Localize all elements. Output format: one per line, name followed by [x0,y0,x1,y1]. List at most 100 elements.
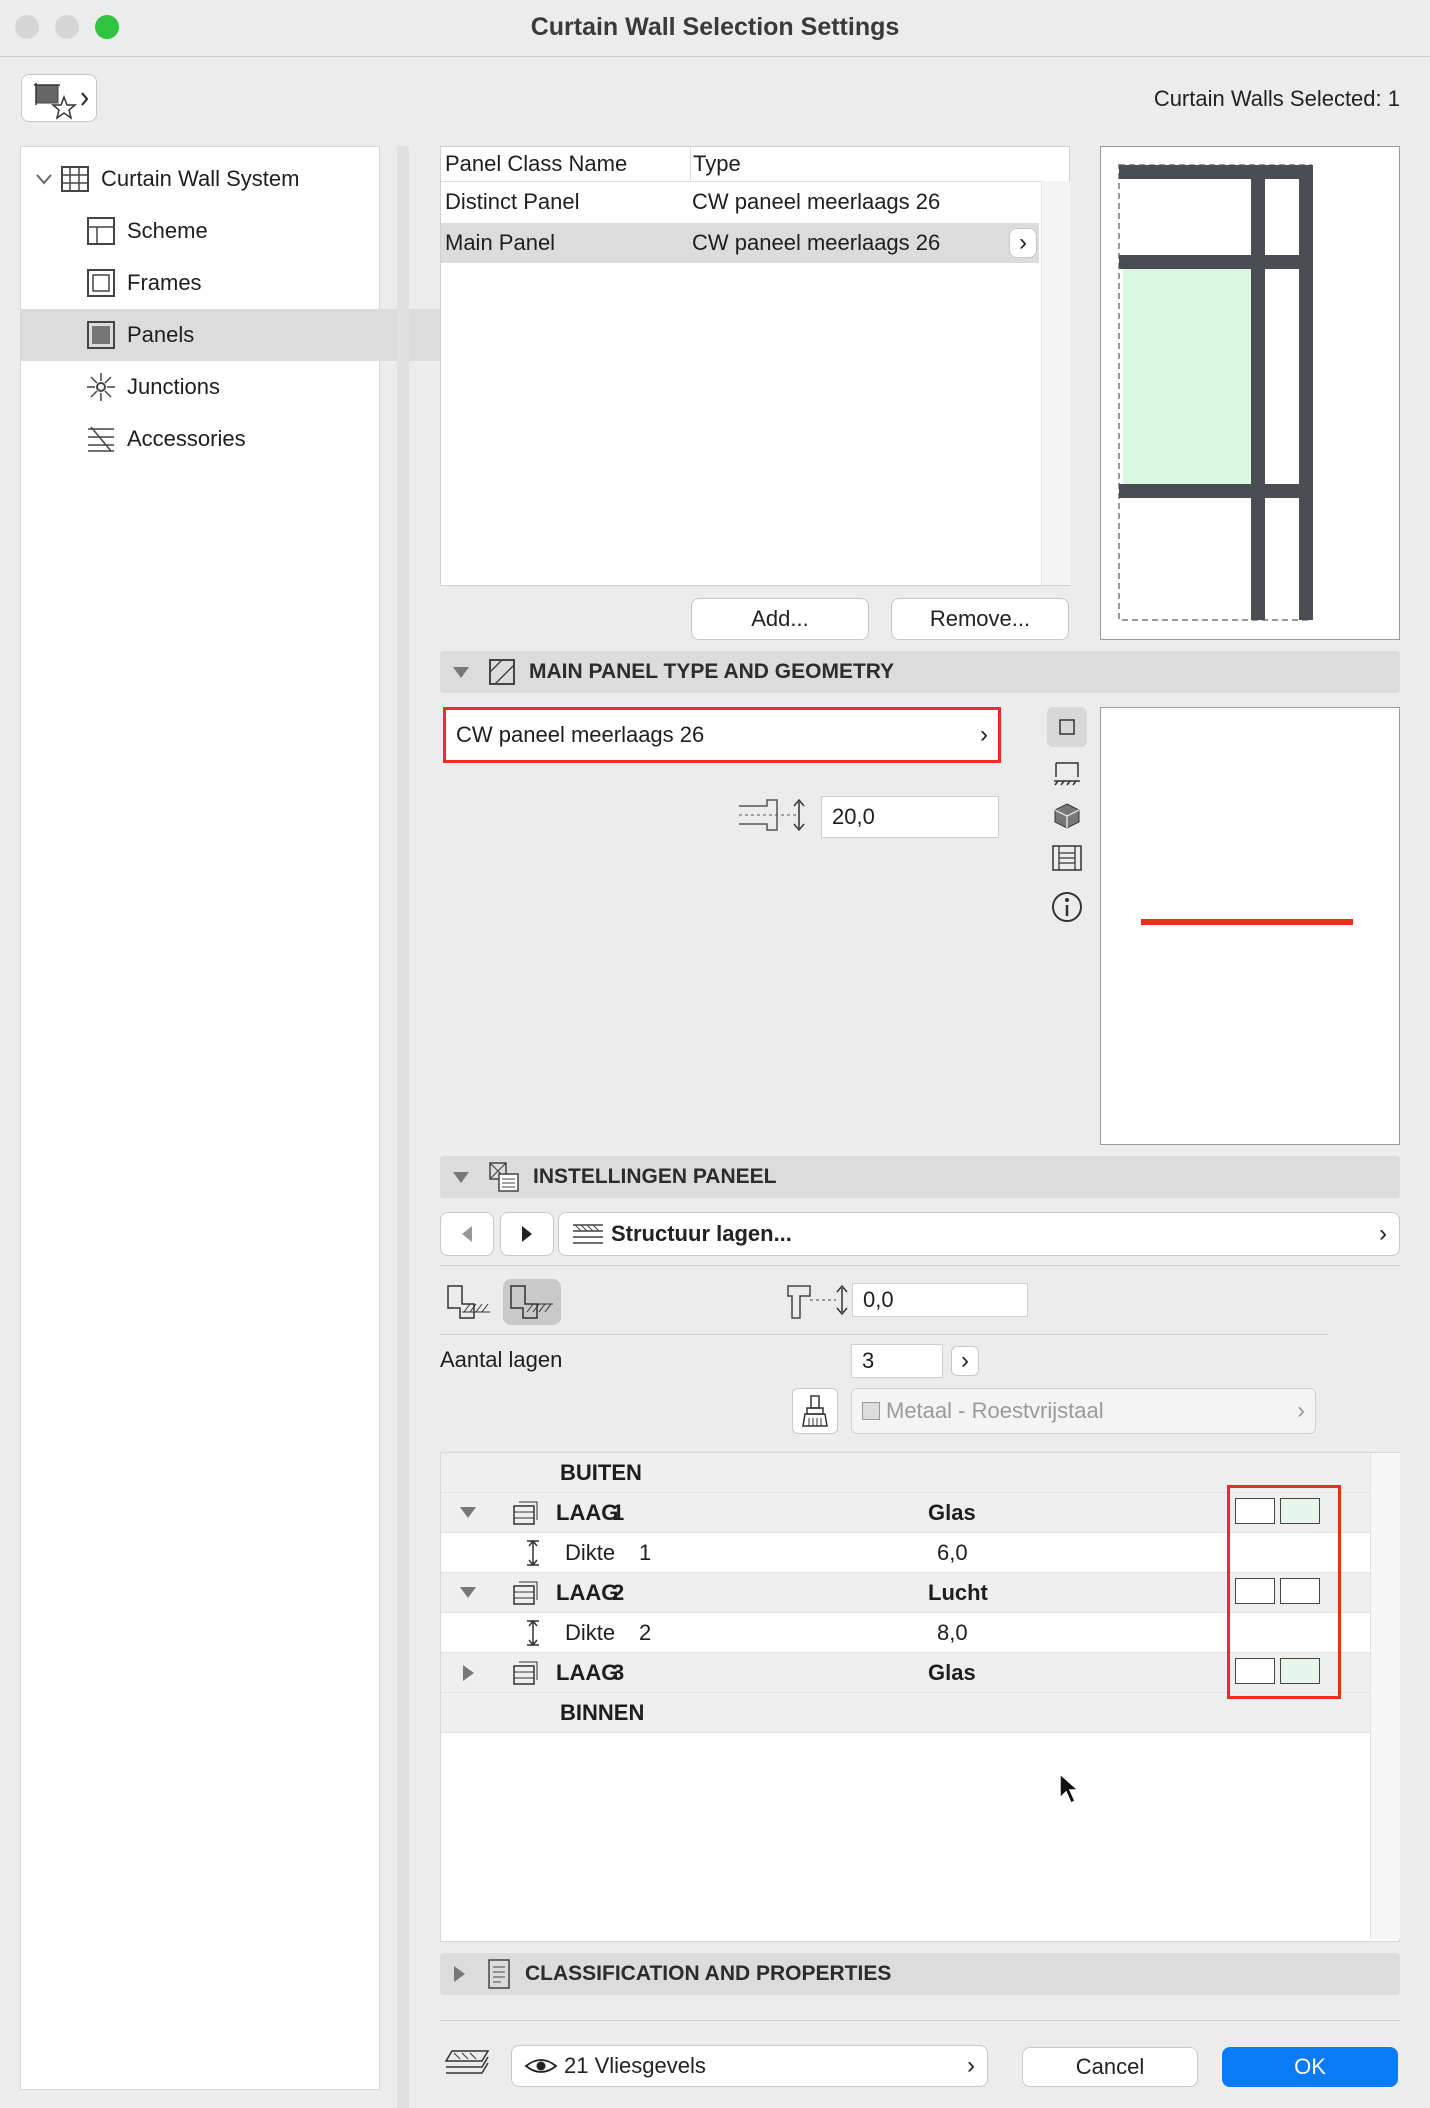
fill-swatch[interactable] [1280,1658,1320,1684]
section-title: CLASSIFICATION AND PROPERTIES [525,1962,892,1985]
thickness-label: Dikte [565,1619,616,1645]
column-header-name[interactable]: Panel Class Name [441,147,691,181]
ok-button[interactable]: OK [1222,2047,1398,2087]
preview-2d-button[interactable] [1047,707,1087,747]
layer-selector[interactable]: 21 Vliesgevels › [511,2045,988,2087]
panels-icon [85,319,117,351]
scheme-preview [1100,146,1400,640]
section-classification-header[interactable]: CLASSIFICATION AND PROPERTIES [440,1953,1400,1995]
disclosure-triangle-icon [454,1966,465,1982]
accessories-icon [85,423,117,455]
section-main-panel-header[interactable]: MAIN PANEL TYPE AND GEOMETRY [440,651,1400,693]
layers-scrollbar[interactable] [1370,1453,1400,1939]
panel-outer-icon [447,1285,490,1319]
splitter[interactable] [397,146,409,2108]
cell-name: Distinct Panel [445,189,580,214]
sidebar-item-accessories[interactable]: Accessories [21,413,443,465]
layer-2-swatches[interactable] [1235,1578,1320,1604]
chevron-down-icon[interactable] [449,1587,487,1598]
layer-3-swatches[interactable] [1235,1658,1320,1684]
add-button[interactable]: Add... [691,598,869,640]
divider [440,1334,1328,1335]
sidebar-item-scheme[interactable]: Scheme [21,205,443,257]
eye-icon [524,2059,558,2073]
table-header: Panel Class Name Type [441,147,1069,182]
chevron-right-icon[interactable] [449,1664,487,1681]
chevron-right-icon: › [961,1347,969,1374]
sidebar-item-junctions[interactable]: Junctions [21,361,443,413]
sidebar-item-frames[interactable]: Frames [21,257,443,309]
fill-swatch[interactable] [1280,1578,1320,1604]
layer-value: 21 Vliesgevels [564,2053,706,2078]
layer-label: LAAG [556,1579,619,1605]
outer-side-button[interactable] [444,1282,494,1328]
aantal-lagen-label: Aantal lagen [440,1347,563,1372]
thickness-label: Dikte [565,1539,616,1565]
section-icon [1054,762,1080,786]
table-scrollbar[interactable] [1041,181,1070,585]
thickness-input[interactable]: 20,0 [821,796,999,838]
sidebar-item-label: Frames [127,270,202,295]
chevron-right-icon: › [967,2052,975,2079]
panel-geometry-icon [487,657,517,687]
layer-inside-row: BINNEN [441,1693,1371,1733]
sidebar-item-label: Scheme [127,218,208,243]
panel-inner-icon [510,1285,553,1319]
material-value: Metaal - Roestvrijstaal [886,1398,1104,1423]
layer-number: 3 [612,1659,625,1685]
3d-view-button[interactable] [1050,800,1084,836]
inside-label: BINNEN [560,1699,645,1725]
chevron-down-icon[interactable] [449,1507,487,1518]
mouse-cursor-icon [1059,1772,1080,1805]
chevron-down-icon[interactable] [29,173,59,185]
structure-selector[interactable]: Structuur lagen... › [558,1212,1400,1256]
surface-swatch[interactable] [1235,1498,1275,1524]
frames-icon [85,267,117,299]
section-title: MAIN PANEL TYPE AND GEOMETRY [529,660,895,683]
triangle-left-icon [462,1226,472,1242]
offset-input[interactable]: 0,0 [852,1283,1028,1317]
surface-swatch[interactable] [1235,1578,1275,1604]
thickness-value[interactable]: 6,0 [937,1540,968,1566]
table-row-selected[interactable]: Main Panel CW paneel meerlaags 26 › [441,223,1039,263]
section-title: INSTELLINGEN PANEEL [533,1165,777,1188]
previous-button[interactable] [440,1212,494,1256]
layer-icon [511,1660,555,1686]
sidebar-item-label: Junctions [127,374,220,399]
cube-icon [1054,803,1080,829]
layer-value: Glas [928,1499,976,1525]
layer-stack-icon [444,2045,496,2089]
table-row[interactable]: Distinct Panel CW paneel meerlaags 26 [441,182,1039,222]
aantal-lagen-arrow-button[interactable]: › [951,1346,979,1376]
tree-root-curtain-wall-system[interactable]: Curtain Wall System [21,153,379,205]
section-instellingen-header[interactable]: INSTELLINGEN PANEEL [440,1156,1400,1198]
sidebar-item-panels[interactable]: Panels [21,309,443,361]
thickness-number: 1 [639,1539,652,1565]
material-selector[interactable]: Metaal - Roestvrijstaal › [851,1388,1316,1434]
remove-button[interactable]: Remove... [891,598,1069,640]
next-button[interactable] [500,1212,554,1256]
document-icon [485,1958,513,1990]
cancel-button[interactable]: Cancel [1022,2047,1198,2087]
surface-swatch[interactable] [1235,1658,1275,1684]
outside-label: BUITEN [560,1459,642,1485]
column-header-type[interactable]: Type [691,151,1069,177]
thickness-icon [511,1618,555,1648]
inner-side-button[interactable] [503,1279,561,1325]
fill-swatch[interactable] [1280,1498,1320,1524]
cell-name: Main Panel [445,230,556,255]
layer-1-swatches[interactable] [1235,1498,1320,1524]
material-override-button[interactable] [792,1388,838,1434]
row-arrow-button[interactable]: › [1009,228,1037,258]
info-button[interactable] [1050,890,1084,930]
aantal-lagen-input[interactable]: 3 [851,1344,943,1378]
favorites-button[interactable] [21,74,97,122]
curtain-wall-icon [59,163,91,195]
panel-type-selector[interactable]: CW paneel meerlaags 26 › [443,707,1001,763]
section-view-button[interactable] [1050,757,1084,793]
thickness-value[interactable]: 8,0 [937,1620,968,1646]
scheme-icon [85,215,117,247]
settings-panel-icon [487,1160,521,1194]
elevation-view-button[interactable] [1050,843,1084,879]
offset-icon [784,1280,850,1330]
